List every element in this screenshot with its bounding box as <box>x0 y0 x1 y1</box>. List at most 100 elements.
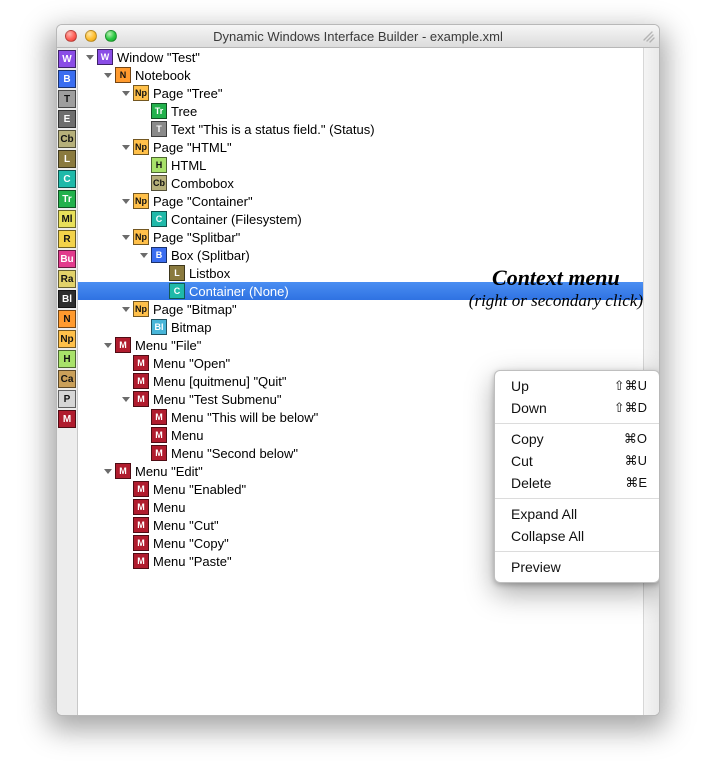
tree-row-label: Menu "Edit" <box>135 464 203 479</box>
minimize-icon[interactable] <box>85 30 97 42</box>
disclosure-icon[interactable] <box>102 69 114 81</box>
tree-row-label: Window "Test" <box>117 50 200 65</box>
context-menu-item[interactable]: Cut⌘U <box>495 450 659 472</box>
tree-row-label: Notebook <box>135 68 191 83</box>
node-icon-m: M <box>115 463 131 479</box>
disclosure-icon[interactable] <box>120 231 132 243</box>
disclosure-icon[interactable] <box>120 393 132 405</box>
tree-row-label: Menu "Test Submenu" <box>153 392 281 407</box>
node-icon-m: M <box>115 337 131 353</box>
resize-icon[interactable] <box>641 29 655 43</box>
tool-ra[interactable]: Ra <box>58 270 76 288</box>
tree-row-label: Menu <box>171 428 204 443</box>
tree-row[interactable]: CbCombobox <box>78 174 659 192</box>
tree-row-label: Bitmap <box>171 320 211 335</box>
disclosure-icon[interactable] <box>120 87 132 99</box>
tool-ml[interactable]: Ml <box>58 210 76 228</box>
tree-row[interactable]: TText "This is a status field." (Status) <box>78 120 659 138</box>
disclosure-icon[interactable] <box>102 465 114 477</box>
tree-row-label: Menu <box>153 500 186 515</box>
disclosure-icon[interactable] <box>138 249 150 261</box>
context-menu-item-shortcut: ⌘E <box>625 475 647 491</box>
context-menu-item-label: Down <box>511 400 547 416</box>
tool-e[interactable]: E <box>58 110 76 128</box>
context-menu-item[interactable]: Delete⌘E <box>495 472 659 494</box>
disclosure-icon <box>138 177 150 189</box>
node-icon-w: W <box>97 49 113 65</box>
disclosure-icon <box>120 501 132 513</box>
tool-cb[interactable]: Cb <box>58 130 76 148</box>
disclosure-icon <box>138 213 150 225</box>
tool-t[interactable]: T <box>58 90 76 108</box>
node-icon-np: Np <box>133 193 149 209</box>
context-menu-item[interactable]: Copy⌘O <box>495 428 659 450</box>
tree-row[interactable]: NpPage "Tree" <box>78 84 659 102</box>
context-menu-item-shortcut: ⇧⌘D <box>614 400 647 416</box>
node-icon-np: Np <box>133 139 149 155</box>
tree-row[interactable]: HHTML <box>78 156 659 174</box>
node-icon-n: N <box>115 67 131 83</box>
tool-bl[interactable]: Bl <box>58 290 76 308</box>
disclosure-icon[interactable] <box>102 339 114 351</box>
node-icon-m: M <box>133 553 149 569</box>
node-icon-c: C <box>151 211 167 227</box>
tree-row[interactable]: BBox (Splitbar) <box>78 246 659 264</box>
disclosure-icon <box>120 483 132 495</box>
disclosure-icon[interactable] <box>84 51 96 63</box>
disclosure-icon[interactable] <box>120 303 132 315</box>
context-menu-item[interactable]: Expand All <box>495 503 659 525</box>
tool-bu[interactable]: Bu <box>58 250 76 268</box>
tool-c[interactable]: C <box>58 170 76 188</box>
disclosure-icon <box>156 267 168 279</box>
context-menu-item[interactable]: Collapse All <box>495 525 659 547</box>
disclosure-icon[interactable] <box>120 141 132 153</box>
context-menu-item-label: Up <box>511 378 529 394</box>
context-menu-item-shortcut: ⇧⌘U <box>614 378 647 394</box>
disclosure-icon <box>138 321 150 333</box>
node-icon-m: M <box>133 535 149 551</box>
tree-row-label: Page "HTML" <box>153 140 232 155</box>
tool-b[interactable]: B <box>58 70 76 88</box>
tool-l[interactable]: L <box>58 150 76 168</box>
tree-row[interactable]: TrTree <box>78 102 659 120</box>
close-icon[interactable] <box>65 30 77 42</box>
tree-row[interactable]: Np Page "HTML" <box>78 138 659 156</box>
tree-row[interactable]: NpPage "Container" <box>78 192 659 210</box>
tool-m[interactable]: M <box>58 410 76 428</box>
tree-row[interactable]: NpPage "Splitbar" <box>78 228 659 246</box>
tree-row[interactable]: CContainer (Filesystem) <box>78 210 659 228</box>
context-menu-separator <box>495 498 659 499</box>
node-icon-bl: Bl <box>151 319 167 335</box>
tool-w[interactable]: W <box>58 50 76 68</box>
tool-p[interactable]: P <box>58 390 76 408</box>
tree-row[interactable]: MMenu "File" <box>78 336 659 354</box>
context-menu[interactable]: Up ⇧⌘U Down ⇧⌘D Copy⌘OCut⌘UDelete⌘E Expand Al… <box>494 370 659 583</box>
tool-r[interactable]: R <box>58 230 76 248</box>
tree-row[interactable]: Bl Bitmap <box>78 318 659 336</box>
titlebar[interactable]: Dynamic Windows Interface Builder - exam… <box>57 25 659 48</box>
tree-row[interactable]: W Window "Test" <box>78 48 659 66</box>
context-menu-item[interactable]: Preview <box>495 556 659 578</box>
tree-row-label: Menu "This will be below" <box>171 410 318 425</box>
tool-tr[interactable]: Tr <box>58 190 76 208</box>
tree-view[interactable]: W Window "Test" N NotebookNpPage "Tree"TrTr… <box>78 48 659 716</box>
tool-h[interactable]: H <box>58 350 76 368</box>
app-window: Dynamic Windows Interface Builder - exam… <box>56 24 660 716</box>
context-menu-item[interactable]: Down ⇧⌘D <box>495 397 659 419</box>
tree-row-label: Combobox <box>171 176 234 191</box>
node-icon-m: M <box>133 517 149 533</box>
context-menu-item[interactable]: Up ⇧⌘U <box>495 375 659 397</box>
tree-row[interactable]: N Notebook <box>78 66 659 84</box>
tool-np[interactable]: Np <box>58 330 76 348</box>
tool-ca[interactable]: Ca <box>58 370 76 388</box>
disclosure-icon <box>120 537 132 549</box>
context-menu-item-shortcut: ⌘U <box>625 453 647 469</box>
annotation-callout: Context menu (right or secondary click) <box>469 266 643 311</box>
context-menu-item-label: Expand All <box>511 506 577 522</box>
disclosure-icon[interactable] <box>120 195 132 207</box>
disclosure-icon <box>138 159 150 171</box>
zoom-icon[interactable] <box>105 30 117 42</box>
tool-n[interactable]: N <box>58 310 76 328</box>
node-icon-np: Np <box>133 229 149 245</box>
tree-row-label: Text "This is a status field." (Status) <box>171 122 375 137</box>
